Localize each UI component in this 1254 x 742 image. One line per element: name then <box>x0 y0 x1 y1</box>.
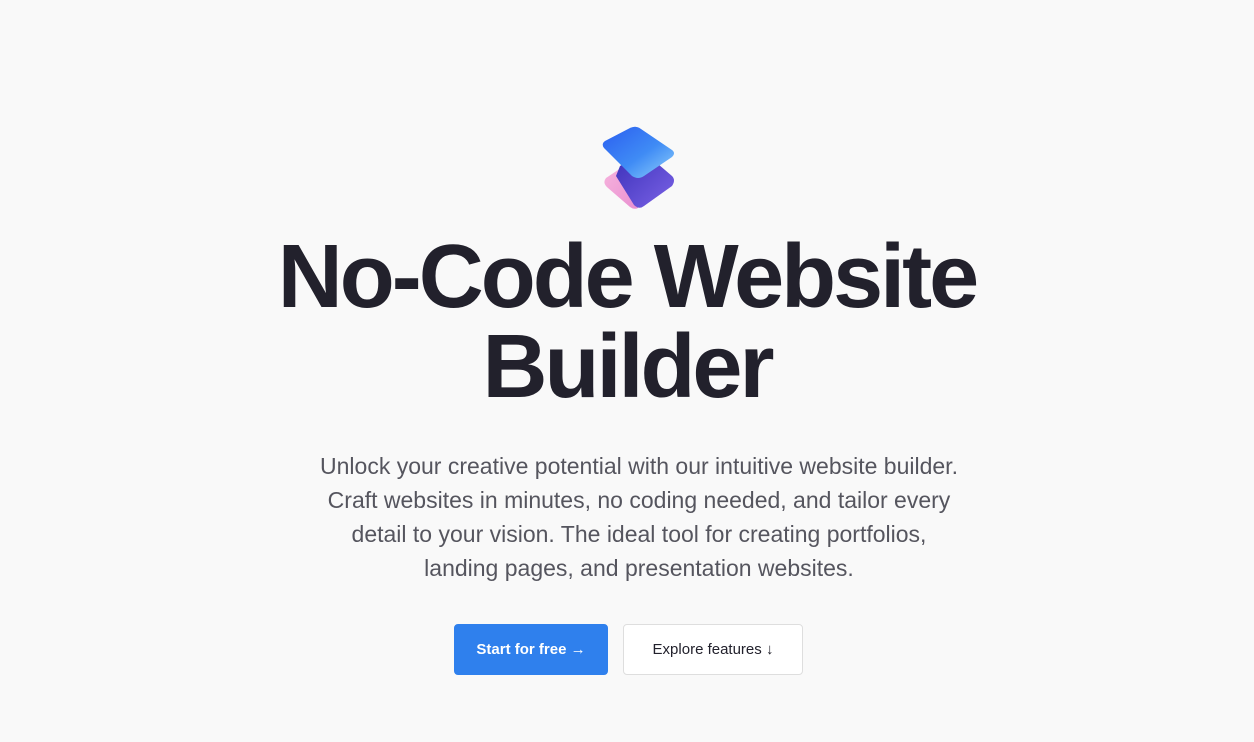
logo-icon <box>600 126 678 210</box>
page-title-line-2: Builder <box>482 317 774 417</box>
page-title: No-Code Website Builder <box>0 232 1254 412</box>
start-for-free-button[interactable]: Start for free → <box>454 624 608 675</box>
hero-description: Unlock your creative potential with our … <box>320 453 958 581</box>
cta-buttons: Start for free → Explore features ↓ <box>0 624 1254 675</box>
explore-features-button[interactable]: Explore features ↓ <box>623 624 803 675</box>
page-title-line-1: No-Code Website <box>277 227 979 327</box>
hero-page: No-Code Website Builder Unlock your crea… <box>0 0 1254 742</box>
